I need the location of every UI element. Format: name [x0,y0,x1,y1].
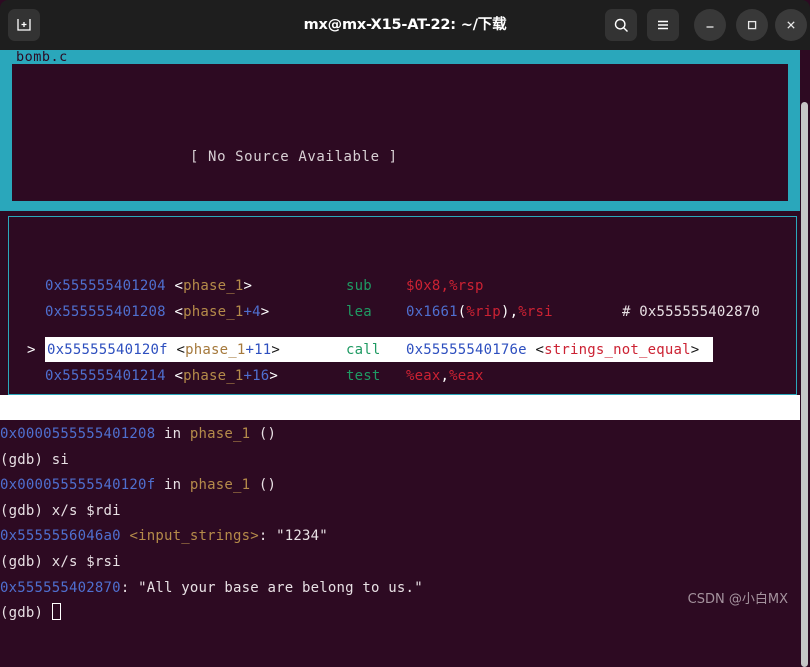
console-prompt-3: (gdb) [0,502,52,519]
console-line-6: 0x555555402870: "All your base are belon… [0,576,802,602]
console-plain-0: in [155,426,190,442]
asm-mnemonic-2: call [346,342,381,358]
console-address-6: 0x555555402870 [0,579,121,596]
minimize-button[interactable] [694,9,726,41]
asm-mnemonic-wrap-0: sub [346,273,372,299]
window-title: mx@mx-X15-AT-22: ~/下载 [303,17,507,33]
vertical-scrollbar-track[interactable] [800,50,810,667]
asm-mnemonic-wrap-2: call [346,337,381,363]
console-line-0: 0x0000555555401208 in phase_1 () [0,422,802,448]
console-symbol-4: <input_strings> [129,528,259,545]
asm-offset-3: +16 [243,368,270,384]
asm-symbol-2: phase_1 [185,342,246,358]
asm-mnemonic-0: sub [346,278,372,294]
no-source-message: [ No Source Available ] [190,149,398,165]
console-command-1: si [51,451,70,468]
disassembly-pane[interactable]: 0x555555401204 <phase_1> sub $0x8,%rsp 0… [8,216,797,410]
asm-row-1[interactable]: 0x555555401208 <phase_1+4> [45,299,269,325]
asm-operands-wrap-2: 0x55555540176e <strings_not_equal> [406,342,700,358]
asm-mnemonic-wrap-1: lea [346,299,372,325]
asm-symbol-1: phase_1 [183,304,244,320]
console-address-0: 0x0000555555401208 [0,426,156,442]
asm-comment-1: # 0x555555402870 [622,304,761,320]
console-prompt-7: (gdb) [0,605,52,622]
console-line-2: 0x000055555540120f in phase_1 () [0,473,802,499]
menu-button[interactable] [647,9,679,41]
asm-comment-wrap-1: # 0x555555402870 [622,299,760,325]
asm-sym-open-3: < [174,368,184,384]
asm-row-2[interactable]: 0x55555540120f <phase_1+11> [47,337,280,363]
asm-address-2: 0x55555540120f [47,342,168,358]
console-command-5: x/s $rsi [51,553,121,570]
console-tail-4: : "1234" [258,528,328,545]
asm-address-3: 0x555555401214 [45,368,166,384]
terminal-body[interactable]: bomb.c [ No Source Available ] 0x5555554… [0,50,810,625]
window-titlebar: mx@mx-X15-AT-22: ~/下载 [0,0,810,50]
console-plain-2: in [155,477,190,494]
asm-operands-wrap-1: 0x1661(%rip),%rsi [406,304,553,320]
asm-sym-open-2: < [176,342,186,358]
gdb-status-line: multi-thre Thread 0x7ffff7d807 In: phase… [0,395,802,420]
maximize-button[interactable] [736,9,768,41]
console-line-5: (gdb) x/s $rsi [0,550,802,576]
asm-marker-2: > [27,342,36,358]
asm-row-3[interactable]: 0x555555401214 <phase_1+16> [45,363,278,389]
console-line-1: (gdb) si [0,448,802,474]
asm-sym-close-0: > [243,278,253,294]
console-tail-6: : "All your base are belong to us." [120,579,423,596]
source-pane: bomb.c [ No Source Available ] [0,50,800,211]
console-address-2: 0x000055555540120f [0,477,156,494]
vertical-scrollbar-thumb[interactable] [801,102,808,667]
search-icon [614,18,628,32]
asm-operands-0: $0x8,%rsp [406,278,484,294]
console-symbol-0: phase_1 [189,426,251,442]
asm-offset-1: +4 [243,304,261,320]
asm-sym-close-2: > [271,342,281,358]
asm-sym-close-3: > [269,368,279,384]
asm-symbol-3: phase_1 [183,368,244,384]
console-line-7[interactable]: (gdb) [0,601,802,625]
asm-mnemonic-3: test [346,368,381,384]
asm-sym-open-1: < [174,304,184,320]
console-tail-0: () [250,426,277,442]
watermark: CSDN @小白MX [687,592,788,607]
asm-address-1: 0x555555401208 [45,304,166,320]
search-button[interactable] [605,9,637,41]
close-button[interactable] [775,9,807,41]
asm-mnemonic-wrap-3: test [346,363,381,389]
new-tab-icon [17,19,31,31]
new-tab-button[interactable] [8,9,40,41]
source-pane-content: [ No Source Available ] [12,64,788,201]
console-tail-2: () [250,477,277,494]
asm-sym-close-1: > [260,304,270,320]
console-symbol-2: phase_1 [189,477,251,494]
gdb-console[interactable]: 0x0000555555401208 in phase_1 () (gdb) s… [0,422,802,625]
source-pane-label: bomb.c [14,50,70,65]
console-address-4: 0x5555556046a0 [0,528,121,545]
asm-mnemonic-1: lea [346,304,372,320]
asm-row-0[interactable]: 0x555555401204 <phase_1> [45,273,252,299]
console-command-3: x/s $rdi [51,502,121,519]
asm-address-0: 0x555555401204 [45,278,166,294]
close-icon [787,21,795,29]
asm-symbol-0: phase_1 [183,278,244,294]
hamburger-menu-icon [658,20,668,30]
asm-offset-2: +11 [245,342,272,358]
minimize-icon [706,26,714,28]
console-line-4: 0x5555556046a0 <input_strings>: "1234" [0,524,802,550]
asm-operands-wrap-3: %eax,%eax [406,368,484,384]
asm-sym-open-0: < [174,278,184,294]
console-line-3: (gdb) x/s $rdi [0,499,802,525]
maximize-icon [747,20,757,30]
console-prompt-1: (gdb) [0,451,52,468]
asm-operands-wrap-0: $0x8,%rsp [406,273,484,299]
text-cursor [51,603,61,621]
console-prompt-5: (gdb) [0,553,52,570]
